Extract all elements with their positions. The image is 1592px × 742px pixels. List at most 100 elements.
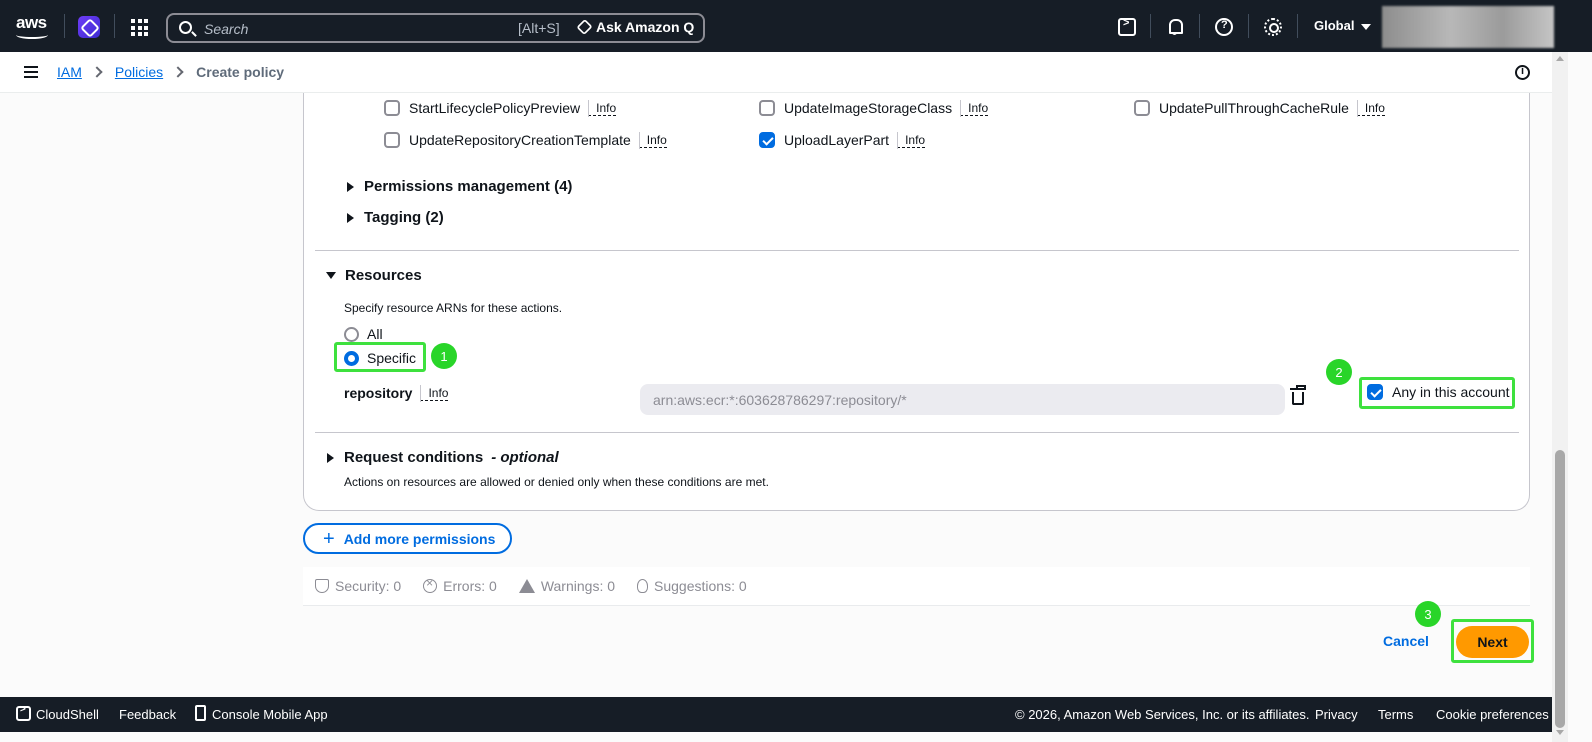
caret-right-icon: [327, 452, 334, 463]
arn-input[interactable]: [640, 384, 1285, 415]
request-conditions-description: Actions on resources are allowed or deni…: [344, 475, 769, 489]
action-label: UpdateRepositoryCreationTemplate: [409, 132, 631, 148]
action-item[interactable]: UpdateRepositoryCreationTemplate Info: [384, 131, 667, 149]
menu-icon[interactable]: [24, 66, 38, 78]
footer-cookie-preferences[interactable]: Cookie preferences: [1436, 707, 1549, 722]
ask-amazon-q-label: Ask Amazon Q: [596, 19, 695, 35]
info-icon[interactable]: [1515, 65, 1530, 80]
finding-errors[interactable]: Errors: 0: [423, 576, 497, 594]
breadcrumb-iam[interactable]: IAM: [57, 64, 82, 80]
step-badge-3: 3: [1415, 601, 1441, 627]
info-link[interactable]: Info: [1356, 99, 1385, 117]
add-more-permissions-label: Add more permissions: [343, 530, 496, 547]
request-conditions-expander[interactable]: Request conditions - optional: [327, 449, 559, 466]
amazon-q-icon: [576, 18, 593, 36]
tagging-expander[interactable]: Tagging (2): [347, 209, 444, 226]
account-menu-redacted[interactable]: [1382, 6, 1554, 48]
resource-label: repository: [344, 385, 413, 401]
cloudshell-icon[interactable]: [16, 704, 31, 721]
radio-all-label: All: [367, 326, 383, 342]
permissions-management-expander[interactable]: Permissions management (4): [347, 178, 572, 195]
search-icon: [179, 21, 192, 34]
region-selector[interactable]: Global: [1314, 18, 1371, 33]
footer-privacy[interactable]: Privacy: [1315, 707, 1358, 722]
optional-label: - optional: [491, 449, 559, 466]
search-shortcut: [Alt+S]: [518, 20, 560, 36]
gear-icon[interactable]: [1264, 18, 1282, 36]
scroll-thumb[interactable]: [1555, 450, 1565, 728]
divider: [315, 432, 1519, 433]
breadcrumb-bar: IAM Policies Create policy: [0, 52, 1552, 93]
action-checkbox-checked[interactable]: [759, 132, 775, 148]
grid-icon[interactable]: [131, 19, 148, 36]
action-checkbox[interactable]: [759, 100, 775, 116]
step-badge-2: 2: [1326, 359, 1352, 385]
finding-security[interactable]: Security: 0: [315, 578, 401, 594]
chevron-right-icon: [172, 66, 184, 78]
search-bar[interactable]: [Alt+S] Ask Amazon Q: [166, 13, 705, 43]
step-badge-1: 1: [431, 343, 457, 369]
nav-divider: [1199, 14, 1200, 38]
search-input[interactable]: [204, 19, 504, 39]
info-link[interactable]: Info: [960, 99, 989, 117]
info-link[interactable]: Info: [420, 384, 449, 402]
console-footer: CloudShell Feedback Console Mobile App ©…: [0, 697, 1552, 732]
action-item[interactable]: StartLifecyclePolicyPreview Info: [384, 99, 617, 117]
scroll-down-arrow[interactable]: [1556, 730, 1564, 735]
nav-divider: [1150, 14, 1151, 38]
info-link[interactable]: Info: [638, 131, 667, 149]
footer-feedback[interactable]: Feedback: [119, 707, 176, 722]
action-item[interactable]: UpdateImageStorageClass Info: [759, 99, 989, 117]
action-checkbox[interactable]: [384, 132, 400, 148]
finding-warnings[interactable]: Warnings: 0: [518, 578, 615, 594]
info-link[interactable]: Info: [588, 99, 617, 117]
action-checkbox[interactable]: [1134, 100, 1150, 116]
footer-copyright: © 2026, Amazon Web Services, Inc. or its…: [1015, 707, 1310, 722]
info-link[interactable]: Info: [897, 131, 926, 149]
nav-divider: [1248, 14, 1249, 38]
action-item[interactable]: UpdatePullThroughCacheRule Info: [1134, 99, 1385, 117]
finding-errors-label: Errors: 0: [443, 578, 497, 594]
cancel-button[interactable]: Cancel: [1383, 633, 1429, 649]
aws-logo[interactable]: aws: [16, 13, 50, 39]
action-item[interactable]: UploadLayerPart Info: [759, 131, 926, 149]
add-more-permissions-button[interactable]: + Add more permissions: [303, 523, 512, 554]
scroll-up-arrow[interactable]: [1556, 56, 1564, 61]
caret-down-icon: [326, 272, 336, 279]
any-in-account-checkbox[interactable]: Any in this account: [1367, 384, 1510, 400]
aws-smile-icon: [16, 31, 48, 39]
resources-expander[interactable]: Resources: [326, 267, 422, 284]
plus-icon: +: [323, 527, 335, 550]
breadcrumb-policies[interactable]: Policies: [115, 64, 163, 80]
lightbulb-icon: [637, 579, 649, 593]
any-in-account-label: Any in this account: [1392, 384, 1510, 400]
top-navigation: aws [Alt+S] Ask Amazon Q Global: [0, 0, 1592, 52]
next-button[interactable]: Next: [1456, 626, 1529, 658]
resource-row: repository Info: [344, 384, 449, 402]
help-icon[interactable]: [1215, 18, 1233, 36]
radio-button[interactable]: [344, 326, 359, 342]
checkbox-checked[interactable]: [1367, 384, 1383, 400]
footer-cloudshell[interactable]: CloudShell: [36, 707, 99, 722]
page-scrollbar[interactable]: [1552, 52, 1568, 742]
action-checkbox[interactable]: [384, 100, 400, 116]
service-icon[interactable]: [78, 16, 100, 38]
finding-suggestions[interactable]: Suggestions: 0: [637, 578, 747, 594]
radio-all[interactable]: All: [344, 326, 383, 342]
action-label: UploadLayerPart: [784, 132, 890, 148]
footer-mobile-app[interactable]: Console Mobile App: [212, 707, 328, 722]
permissions-panel: StartLifecyclePolicyPreview Info UpdateI…: [303, 93, 1530, 511]
bell-icon[interactable]: [1166, 18, 1184, 36]
cloudshell-icon[interactable]: [1118, 17, 1136, 36]
policy-findings-bar: Security: 0 Errors: 0 Warnings: 0 Sugges…: [303, 567, 1530, 606]
trash-icon[interactable]: [1290, 385, 1306, 405]
warning-icon: [518, 579, 535, 593]
caret-right-icon: [347, 181, 354, 192]
finding-suggestions-label: Suggestions: 0: [654, 578, 747, 594]
action-label: UpdateImageStorageClass: [784, 100, 953, 116]
footer-terms[interactable]: Terms: [1378, 707, 1413, 722]
nav-divider: [64, 14, 65, 38]
tagging-label: Tagging (2): [364, 209, 444, 226]
ask-amazon-q-button[interactable]: Ask Amazon Q: [576, 18, 695, 36]
breadcrumb: IAM Policies Create policy: [57, 64, 284, 80]
